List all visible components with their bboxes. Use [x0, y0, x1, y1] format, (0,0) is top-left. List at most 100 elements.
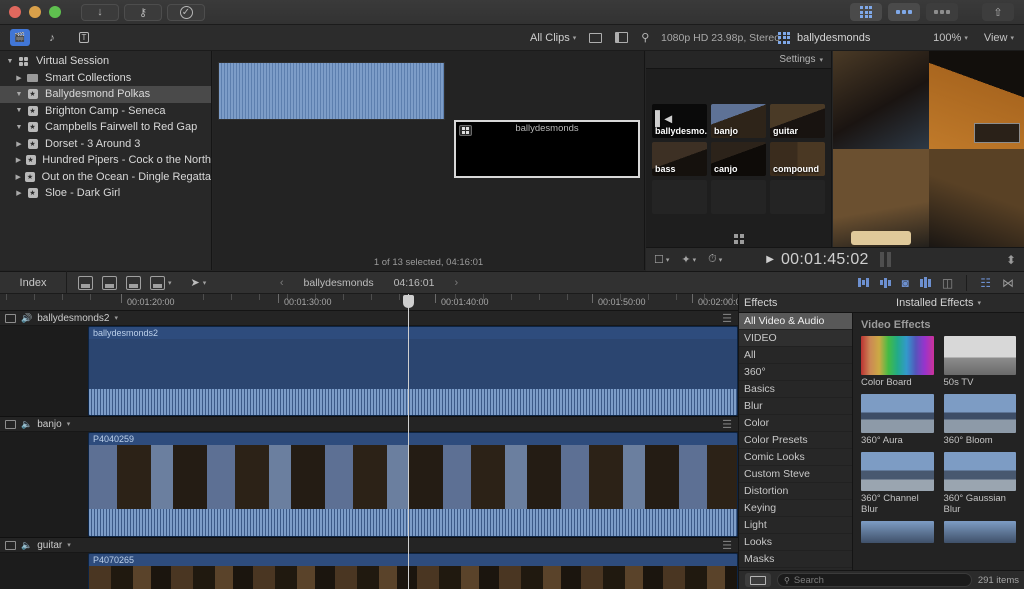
inspector-panel[interactable]: Settings ▾ ▌◂ ballydesmo... banjo guitar… [646, 51, 832, 270]
effects-grid[interactable]: Video Effects Color Board 50s TV 360° Au… [853, 313, 1024, 570]
effects-category-all-video-audio[interactable]: All Video & Audio [739, 313, 852, 330]
effect-item-50s-tv[interactable]: 50s TV [943, 336, 1016, 388]
speaker-icon[interactable]: 🔈 [21, 419, 32, 430]
timeline-toggle[interactable] [888, 3, 920, 21]
maximize-button[interactable] [49, 6, 61, 18]
effects-category-blur[interactable]: Blur [739, 398, 852, 415]
effects-category-360[interactable]: 360° [739, 364, 852, 381]
disclosure-triangle-icon[interactable]: ▶ [13, 189, 25, 197]
chevron-down-icon[interactable]: ▾ [168, 279, 172, 287]
sidebar-item-campbells-fairwell[interactable]: ▼ ★ Campbells Fairwell to Red Gap [0, 119, 211, 136]
viewer[interactable] [833, 51, 1024, 247]
disclosure-triangle-icon[interactable]: ▶ [13, 74, 25, 82]
sidebar-item-out-on-the-ocean[interactable]: ▶ ★ Out on the Ocean - Dingle Regatta [0, 169, 211, 186]
speaker-icon[interactable]: 🔈 [21, 540, 32, 551]
effects-category-color[interactable]: Color [739, 415, 852, 432]
effects-category-light[interactable]: Light [739, 517, 852, 534]
crop-icon[interactable]: ☐ ▾ [654, 253, 669, 266]
fullscreen-icon[interactable]: ⬍ [1006, 253, 1024, 267]
track-lane[interactable]: ballydesmonds2 [0, 326, 738, 416]
solo-icon[interactable] [857, 278, 869, 287]
project-name-group[interactable]: ballydesmonds [778, 31, 870, 44]
timeline-track-banjo[interactable]: 🔈 banjo ▾ ☰ P4040259 [0, 417, 738, 538]
angle-thumb-bass[interactable]: bass [652, 142, 707, 176]
timeline-track-ballydesmonds2[interactable]: 🔊 ballydesmonds2 ▾ ☰ ballydesmonds2 [0, 311, 738, 417]
effects-category-keying[interactable]: Keying [739, 500, 852, 517]
playhead-handle[interactable] [403, 295, 414, 308]
sidebar-item-hundred-pipers[interactable]: ▶ ★ Hundred Pipers - Cock o the North [0, 152, 211, 169]
sidebar-item-virtual-session[interactable]: ▼ Virtual Session [0, 53, 211, 70]
chevron-down-icon[interactable]: ▾ [819, 56, 823, 64]
import-media-button[interactable]: ↓ [81, 3, 119, 21]
sidebar-item-sloe-dark-girl[interactable]: ▶ ★ Sloe - Dark Girl [0, 185, 211, 202]
search-input[interactable]: ⚲ Search [777, 573, 972, 587]
libraries-sidebar[interactable]: ▼ Virtual Session ▶ Smart Collections ▼ … [0, 51, 212, 270]
chevron-down-icon[interactable]: ▾ [67, 420, 71, 428]
monitor-icon[interactable] [5, 419, 16, 429]
effects-category-looks[interactable]: Looks [739, 534, 852, 551]
disclosure-triangle-icon[interactable]: ▼ [13, 107, 25, 114]
zoom-menu[interactable]: 100% ▾ [933, 32, 968, 44]
zoom-fit-icon[interactable]: ⋈ [1002, 276, 1014, 290]
effect-item-360-channel-blur[interactable]: 360° Channel Blur [861, 452, 934, 515]
angle-thumb-banjo[interactable]: banjo [711, 104, 766, 138]
media-browser[interactable]: ballydesmonds 1 of 13 selected, 04:16:01 [213, 51, 645, 270]
track-header[interactable]: 🔈 guitar ▾ ☰ [0, 538, 738, 553]
prev-project-button[interactable]: ‹ [280, 277, 284, 289]
disclosure-triangle-icon[interactable]: ▶ [13, 140, 25, 148]
timeline-clip-P4070265[interactable]: P4070265 [88, 553, 738, 589]
effects-category-color-presets[interactable]: Color Presets [739, 432, 852, 449]
effects-category-all[interactable]: All [739, 347, 852, 364]
disclosure-triangle-icon[interactable]: ▼ [13, 91, 25, 98]
effects-category-custom-steve[interactable]: Custom Steve [739, 466, 852, 483]
view-menu[interactable]: View ▾ [984, 32, 1014, 44]
timeline[interactable]: 00:01:20:00 00:01:30:00 00:01:40:00 00:0… [0, 294, 738, 589]
filmstrip-icon[interactable] [589, 32, 603, 43]
headphones-icon[interactable]: ◙ [902, 276, 909, 290]
share-button[interactable]: ⇧ [982, 3, 1014, 21]
photos-audio-icon[interactable]: ♪ [42, 29, 62, 46]
next-project-button[interactable]: › [454, 277, 458, 289]
disclosure-triangle-icon[interactable]: ▼ [4, 58, 16, 65]
track-lane[interactable]: P4070265 [0, 553, 738, 589]
timeline-clip-P4040259[interactable]: P4040259 [88, 432, 738, 537]
effects-category-comic-looks[interactable]: Comic Looks [739, 449, 852, 466]
minimize-button[interactable] [29, 6, 41, 18]
insert-icon[interactable] [102, 275, 117, 290]
effects-browser[interactable]: Effects Installed Effects ▾ All Video & … [738, 294, 1024, 589]
playhead[interactable] [408, 294, 409, 589]
effect-item-360-aura[interactable]: 360° Aura [861, 394, 934, 446]
chevron-down-icon[interactable]: ▾ [67, 541, 71, 549]
render-icon[interactable]: ◫ [942, 276, 953, 290]
timeline-ruler[interactable]: 00:01:20:00 00:01:30:00 00:01:40:00 00:0… [0, 294, 738, 311]
effect-item-color-board[interactable]: Color Board [861, 336, 934, 388]
list-view-icon[interactable] [615, 32, 629, 43]
monitor-icon[interactable] [5, 313, 16, 323]
search-icon[interactable]: ⚲ [641, 31, 649, 44]
close-button[interactable] [9, 6, 21, 18]
effects-category-masks[interactable]: Masks [739, 551, 852, 568]
audio-meter-icon[interactable] [879, 277, 891, 288]
track-menu-icon[interactable]: ☰ [722, 539, 738, 552]
chevron-down-icon[interactable]: ▾ [114, 314, 118, 322]
monitor-icon[interactable] [5, 540, 16, 550]
effect-item-next-2[interactable] [943, 521, 1016, 543]
index-button[interactable]: Index [0, 277, 66, 289]
disclosure-triangle-icon[interactable]: ▼ [13, 124, 25, 131]
clip-appearance-icon[interactable]: ☷ [980, 276, 991, 290]
disclosure-triangle-icon[interactable]: ▶ [13, 173, 24, 181]
audio-enhance-icon[interactable] [919, 277, 931, 288]
track-header[interactable]: 🔊 ballydesmonds2 ▾ ☰ [0, 311, 738, 326]
sidebar-item-ballydesmond-polkas[interactable]: ▼ ★ Ballydesmond Polkas [0, 86, 211, 103]
viewer-timecode[interactable]: 00:01:45:02 [781, 251, 869, 269]
titles-generators-icon[interactable]: T [74, 29, 94, 46]
timeline-clip-ballydesmonds2[interactable]: ballydesmonds2 [88, 326, 738, 416]
angle-thumb-guitar[interactable]: guitar [770, 104, 825, 138]
play-icon[interactable]: ▶ [766, 254, 774, 265]
angle-thumb-ballydesmonds[interactable]: ▌◂ ballydesmo... [652, 104, 707, 138]
chevron-down-icon[interactable]: ▾ [203, 279, 207, 287]
angle-thumb-compound[interactable]: compound [770, 142, 825, 176]
speaker-icon[interactable]: 🔊 [21, 313, 32, 324]
track-lane[interactable]: P4040259 [0, 432, 738, 537]
keywords-button[interactable]: ⚷ [124, 3, 162, 21]
